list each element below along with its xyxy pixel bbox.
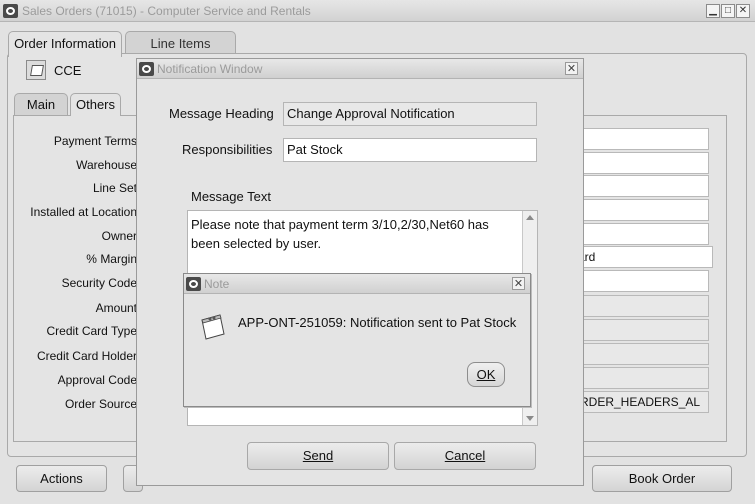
field-label-security-code: Security Code <box>61 276 137 290</box>
field-label-warehouse: Warehouse <box>76 158 137 172</box>
message-text: Please note that payment term 3/10,2/30,… <box>191 217 489 251</box>
customer-label: CCE <box>54 63 82 78</box>
notification-window: Notification Window ✕ Message Heading Ch… <box>136 58 584 486</box>
ok-button-label: OK <box>476 367 496 382</box>
minimize-icon[interactable]: ▁ <box>706 4 720 18</box>
maximize-icon[interactable]: □ <box>721 4 735 18</box>
field-label-order-source: Order Source <box>64 397 137 411</box>
send-button-label: Send <box>302 448 334 463</box>
cancel-button-label: Cancel <box>444 448 486 463</box>
book-order-button[interactable]: Book Order <box>592 465 732 492</box>
close-icon[interactable]: ✕ <box>512 277 525 290</box>
note-pad-icon <box>201 314 225 340</box>
message-text-label: Message Text <box>191 189 271 204</box>
field-label-approval-code: Approval Code <box>57 373 137 387</box>
message-heading-label: Message Heading <box>169 106 274 121</box>
cancel-button[interactable]: Cancel <box>394 442 536 470</box>
oracle-logo-icon <box>3 4 18 18</box>
notification-titlebar: Notification Window ✕ <box>137 59 583 79</box>
field-label-payment-terms: Payment Terms <box>53 134 137 148</box>
field-label-amount: Amount <box>95 301 137 315</box>
note-title: Note <box>204 277 230 291</box>
window-titlebar: Sales Orders (71015) - Computer Service … <box>0 0 755 22</box>
field-label-credit-card-holder: Credit Card Holder <box>36 349 137 363</box>
ok-button[interactable]: OK <box>467 362 505 387</box>
field-label-credit-card-type: Credit Card Type <box>46 324 138 338</box>
tab-order-information[interactable]: Order Information <box>8 31 122 57</box>
field-label-owner: Owner <box>101 229 137 243</box>
message-heading-field[interactable]: Change Approval Notification <box>283 102 537 126</box>
actions-button-label: Actions <box>40 471 83 486</box>
scroll-up-icon[interactable] <box>526 215 534 220</box>
responsibilities-field[interactable]: Pat Stock <box>283 138 537 162</box>
field-label-installed-at-location: Installed at Location <box>30 205 137 219</box>
notification-title: Notification Window <box>157 62 263 76</box>
close-icon[interactable]: ✕ <box>736 4 750 18</box>
actions-button[interactable]: Actions <box>16 465 107 492</box>
window-title: Sales Orders (71015) - Computer Service … <box>22 4 311 18</box>
scroll-down-icon[interactable] <box>526 416 534 421</box>
book-order-button-label: Book Order <box>628 471 696 486</box>
tab-main[interactable]: Main <box>14 93 68 115</box>
close-icon[interactable]: ✕ <box>565 62 578 75</box>
responsibilities-label: Responsibilities <box>182 142 273 157</box>
field-label-line-set: Line Set <box>92 181 137 195</box>
customer-folder-icon[interactable] <box>26 60 46 80</box>
send-button[interactable]: Send <box>247 442 389 470</box>
note-dialog: Note ✕ APP-ONT-251059: Notification sent… <box>183 273 531 407</box>
tab-others[interactable]: Others <box>70 93 121 116</box>
field-label-margin: Margin % <box>86 252 137 266</box>
note-titlebar: Note ✕ <box>184 274 530 294</box>
oracle-logo-icon <box>139 62 154 76</box>
oracle-logo-icon <box>186 277 201 291</box>
note-message: APP-ONT-251059: Notification sent to Pat… <box>238 315 517 330</box>
